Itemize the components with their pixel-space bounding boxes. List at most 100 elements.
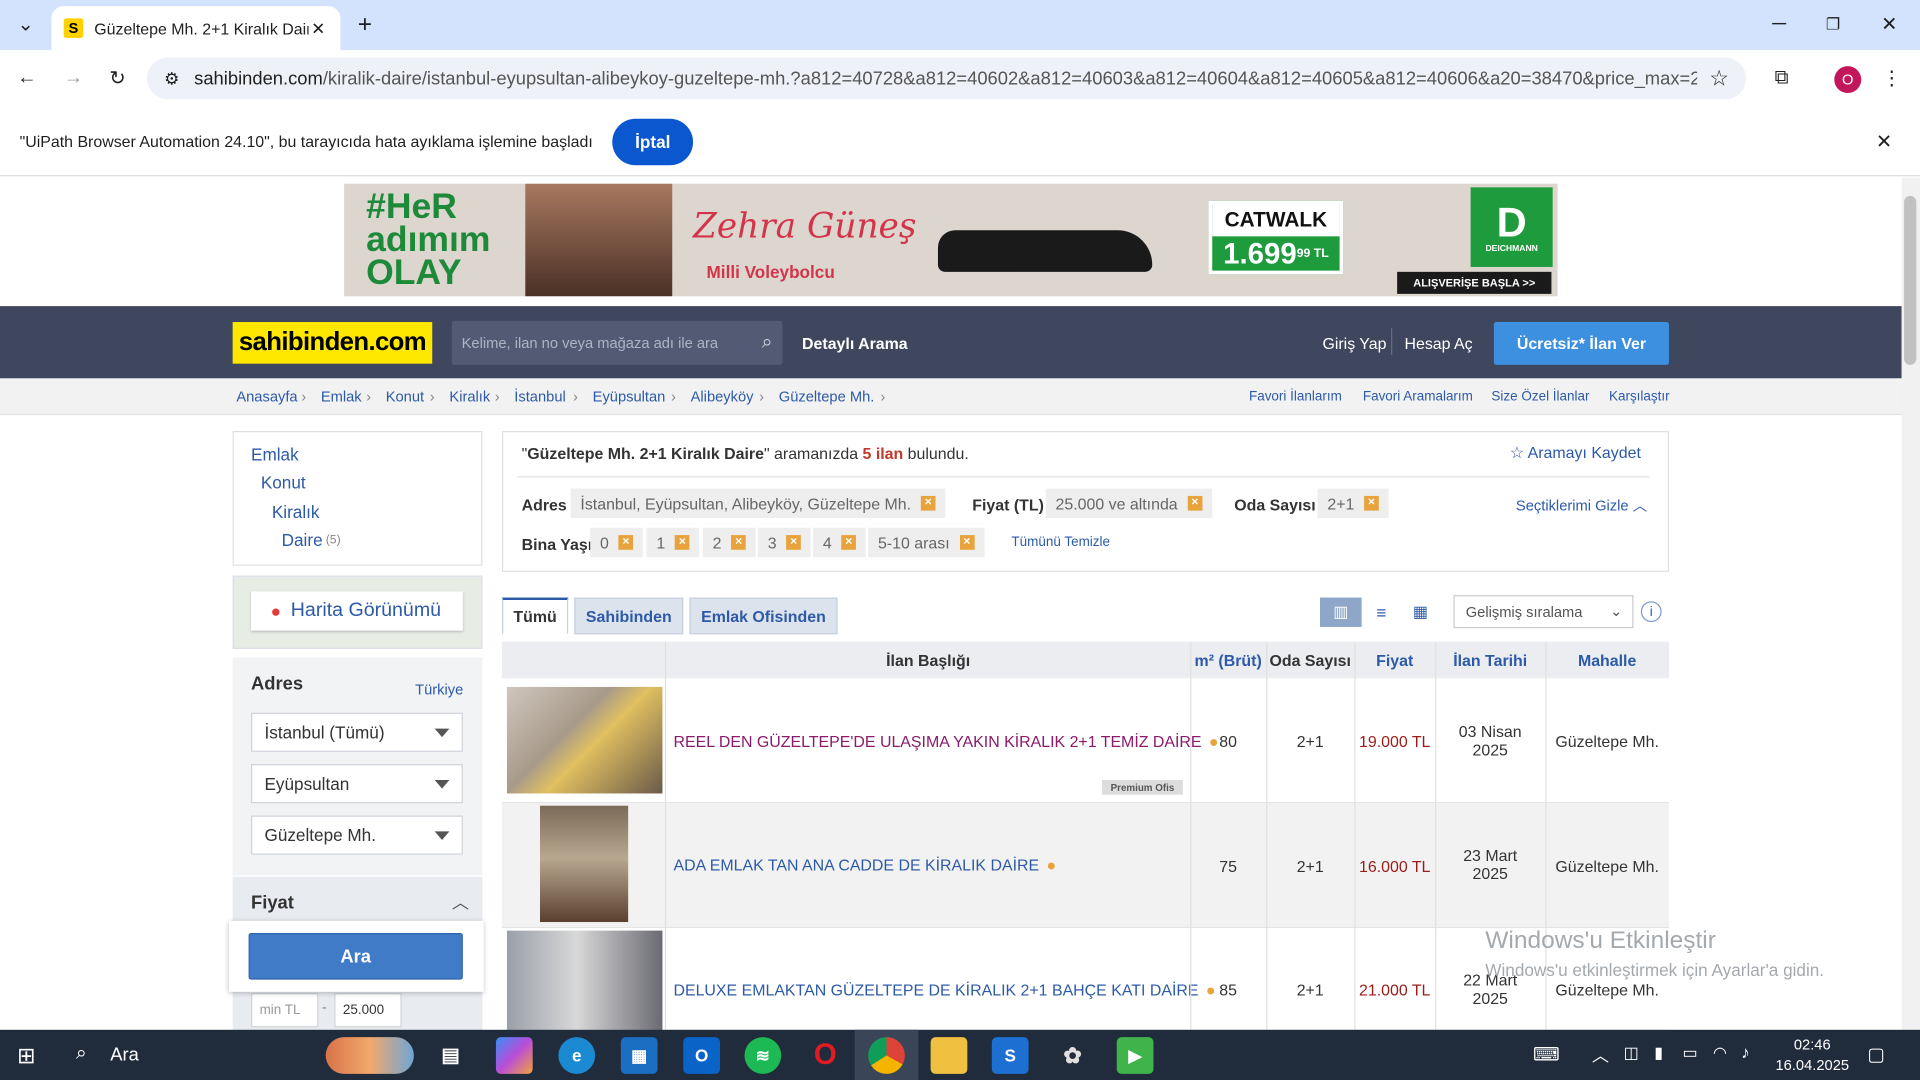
listing-thumbnail[interactable] (540, 805, 629, 923)
tray-chevron-icon[interactable]: ︿ (1592, 1043, 1609, 1067)
remove-filter-icon[interactable]: × (841, 535, 857, 550)
favorite-listings-link[interactable]: Favori İlanlarım (1249, 389, 1342, 404)
store-icon[interactable]: ▦ (620, 1037, 658, 1074)
save-search-link[interactable]: ☆ Aramayı Kaydet (1510, 443, 1641, 463)
bookmark-star-icon[interactable]: ☆ (1709, 66, 1729, 92)
listing-title[interactable]: DELUXE EMLAKTAN GÜZELTEPE DE KİRALIK 2+1… (673, 981, 1215, 999)
site-logo[interactable]: sahibinden.com (232, 322, 433, 364)
max-price-input[interactable]: 25.000 (334, 993, 402, 1028)
login-link[interactable]: Giriş Yap (1322, 334, 1386, 352)
breadcrumb-konut[interactable]: Konut (386, 388, 424, 405)
edge-icon[interactable]: e (558, 1037, 596, 1074)
menu-kebab-icon[interactable]: ⋮ (1875, 61, 1909, 95)
detailed-search-link[interactable]: Detaylı Arama (802, 334, 908, 352)
new-tab-icon[interactable]: + (348, 7, 382, 41)
close-tab-icon[interactable]: ✕ (309, 18, 329, 39)
tab-agency[interactable]: Emlak Ofisinden (689, 597, 838, 635)
filter-age-chip[interactable]: 3 × (757, 527, 811, 558)
listing-title[interactable]: ADA EMLAK TAN ANA CADDE DE KİRALIK DAİRE… (673, 856, 1056, 874)
window-close-icon[interactable]: ✕ (1872, 7, 1906, 41)
microphone-icon[interactable]: ▮ (1654, 1043, 1663, 1063)
listing-thumbnail[interactable] (506, 686, 663, 794)
col-price[interactable]: Fiyat (1354, 642, 1435, 679)
remove-filter-icon[interactable]: × (731, 535, 747, 550)
profile-avatar[interactable]: O (1834, 66, 1862, 94)
forward-icon[interactable]: → (56, 61, 90, 95)
search-submit-button[interactable]: Ara (248, 933, 463, 980)
col-area[interactable]: m² (Brüt) (1190, 642, 1266, 679)
address-scope-link[interactable]: Türkiye (415, 681, 463, 698)
file-explorer-icon[interactable] (930, 1037, 968, 1074)
spotify-icon[interactable]: ≋ (744, 1037, 782, 1074)
filter-address-chip[interactable]: İstanbul, Eyüpsultan, Alibeyköy, Güzelte… (570, 488, 946, 518)
filter-age-chip[interactable]: 5-10 arası × (868, 527, 984, 558)
min-price-input[interactable]: min TL (251, 993, 319, 1028)
sort-select[interactable]: Gelişmiş sıralama ⌄ (1453, 595, 1634, 629)
category-emlak[interactable]: Emlak (251, 444, 299, 464)
grid-view-icon[interactable]: ▦ (1403, 598, 1437, 627)
category-konut[interactable]: Konut (261, 473, 306, 493)
tab-search-chevron-icon[interactable]: ⌄ (9, 7, 43, 41)
battery-icon[interactable]: ▭ (1682, 1043, 1697, 1063)
list-view-icon[interactable]: ≡ (1364, 598, 1398, 627)
app-play-icon[interactable]: ▶ (1116, 1037, 1154, 1074)
remove-filter-icon[interactable]: × (959, 535, 975, 550)
city-select[interactable]: İstanbul (Tümü) (251, 712, 463, 752)
keyboard-icon[interactable]: ⌨ (1533, 1043, 1560, 1065)
chrome-icon[interactable] (868, 1037, 905, 1074)
filter-rooms-chip[interactable]: 2+1 × (1317, 488, 1389, 518)
outlook-icon[interactable]: O (683, 1037, 721, 1074)
site-info-icon[interactable]: ⚙ (164, 68, 179, 89)
category-kiralik[interactable]: Kiralık (272, 502, 320, 522)
clock[interactable]: 02:46 16.04.2025 (1776, 1035, 1850, 1077)
minimize-icon[interactable]: ─ (1762, 7, 1796, 41)
notification-icon[interactable]: ▢ (1867, 1043, 1884, 1065)
remove-filter-icon[interactable]: × (618, 535, 634, 550)
task-view-icon[interactable]: ▤ (432, 1037, 469, 1074)
breadcrumb-alibeykoy[interactable]: Alibeyköy (691, 388, 754, 405)
copilot-icon[interactable] (495, 1037, 533, 1074)
remove-filter-icon[interactable]: × (1364, 495, 1379, 511)
col-neighborhood[interactable]: Mahalle (1545, 642, 1669, 679)
restore-icon[interactable]: ❐ (1816, 7, 1850, 41)
remove-filter-icon[interactable]: × (674, 535, 690, 550)
start-windows-icon[interactable]: ⊞ (17, 1043, 35, 1069)
filter-price-chip[interactable]: 25.000 ve altında × (1045, 488, 1212, 518)
hide-selections-link[interactable]: Seçtiklerimi Gizle ︿ (1516, 495, 1647, 516)
app-paint-icon[interactable]: ✿ (1054, 1037, 1091, 1074)
breadcrumb-guzeltepe[interactable]: Güzeltepe Mh. (779, 388, 875, 405)
register-link[interactable]: Hesap Aç (1404, 334, 1472, 352)
listing-thumbnail[interactable] (506, 930, 663, 1032)
personal-listings-link[interactable]: Size Özel İlanlar (1491, 389, 1589, 404)
map-view-button[interactable]: ● Harita Görünümü (251, 591, 463, 631)
tab-owner[interactable]: Sahibinden (574, 597, 684, 635)
opera-icon[interactable]: O (807, 1037, 844, 1074)
remove-filter-icon[interactable]: × (1187, 495, 1203, 511)
table-view-icon[interactable]: ▥ (1320, 597, 1362, 627)
back-icon[interactable]: ← (10, 61, 44, 95)
breadcrumb-istanbul[interactable]: İstanbul (514, 388, 565, 405)
listing-title[interactable]: REEL DEN GÜZELTEPE'DE ULAŞIMA YAKIN KİRA… (673, 732, 1218, 750)
breadcrumb-home[interactable]: Anasayfa (236, 388, 297, 405)
volume-icon[interactable]: ♪ (1741, 1042, 1750, 1062)
reload-icon[interactable]: ↻ (100, 61, 134, 95)
favorite-searches-link[interactable]: Favori Aramalarım (1363, 389, 1473, 404)
taskbar-search-label[interactable]: Ara (110, 1044, 139, 1065)
clear-all-filters-link[interactable]: Tümünü Temizle (1011, 535, 1110, 550)
browser-tab[interactable]: S Güzeltepe Mh. 2+1 Kiralık Daire ✕ (51, 6, 341, 51)
search-input[interactable]: Kelime, ilan no veya mağaza adı ile ara … (451, 320, 783, 365)
neighborhood-select[interactable]: Güzeltepe Mh. (251, 815, 463, 855)
app-s-icon[interactable]: S (991, 1037, 1029, 1074)
filter-age-chip[interactable]: 0 × (590, 527, 644, 558)
compare-link[interactable]: Karşılaştır (1609, 389, 1670, 404)
breadcrumb-kiralik[interactable]: Kiralık (449, 388, 490, 405)
tab-all[interactable]: Tümü (502, 597, 569, 635)
remove-filter-icon[interactable]: × (920, 495, 936, 511)
infobar-cancel-button[interactable]: İptal (612, 118, 694, 165)
taskbar-search-icon[interactable]: ⌕ (76, 1043, 87, 1065)
col-date[interactable]: İlan Tarihi (1435, 642, 1545, 679)
address-bar[interactable]: ⚙ sahibinden.com/kiralik-daire/istanbul-… (146, 57, 1747, 100)
filter-age-chip[interactable]: 4 × (813, 527, 867, 558)
category-daire[interactable]: Daire (282, 530, 323, 550)
breadcrumb-emlak[interactable]: Emlak (321, 388, 362, 405)
